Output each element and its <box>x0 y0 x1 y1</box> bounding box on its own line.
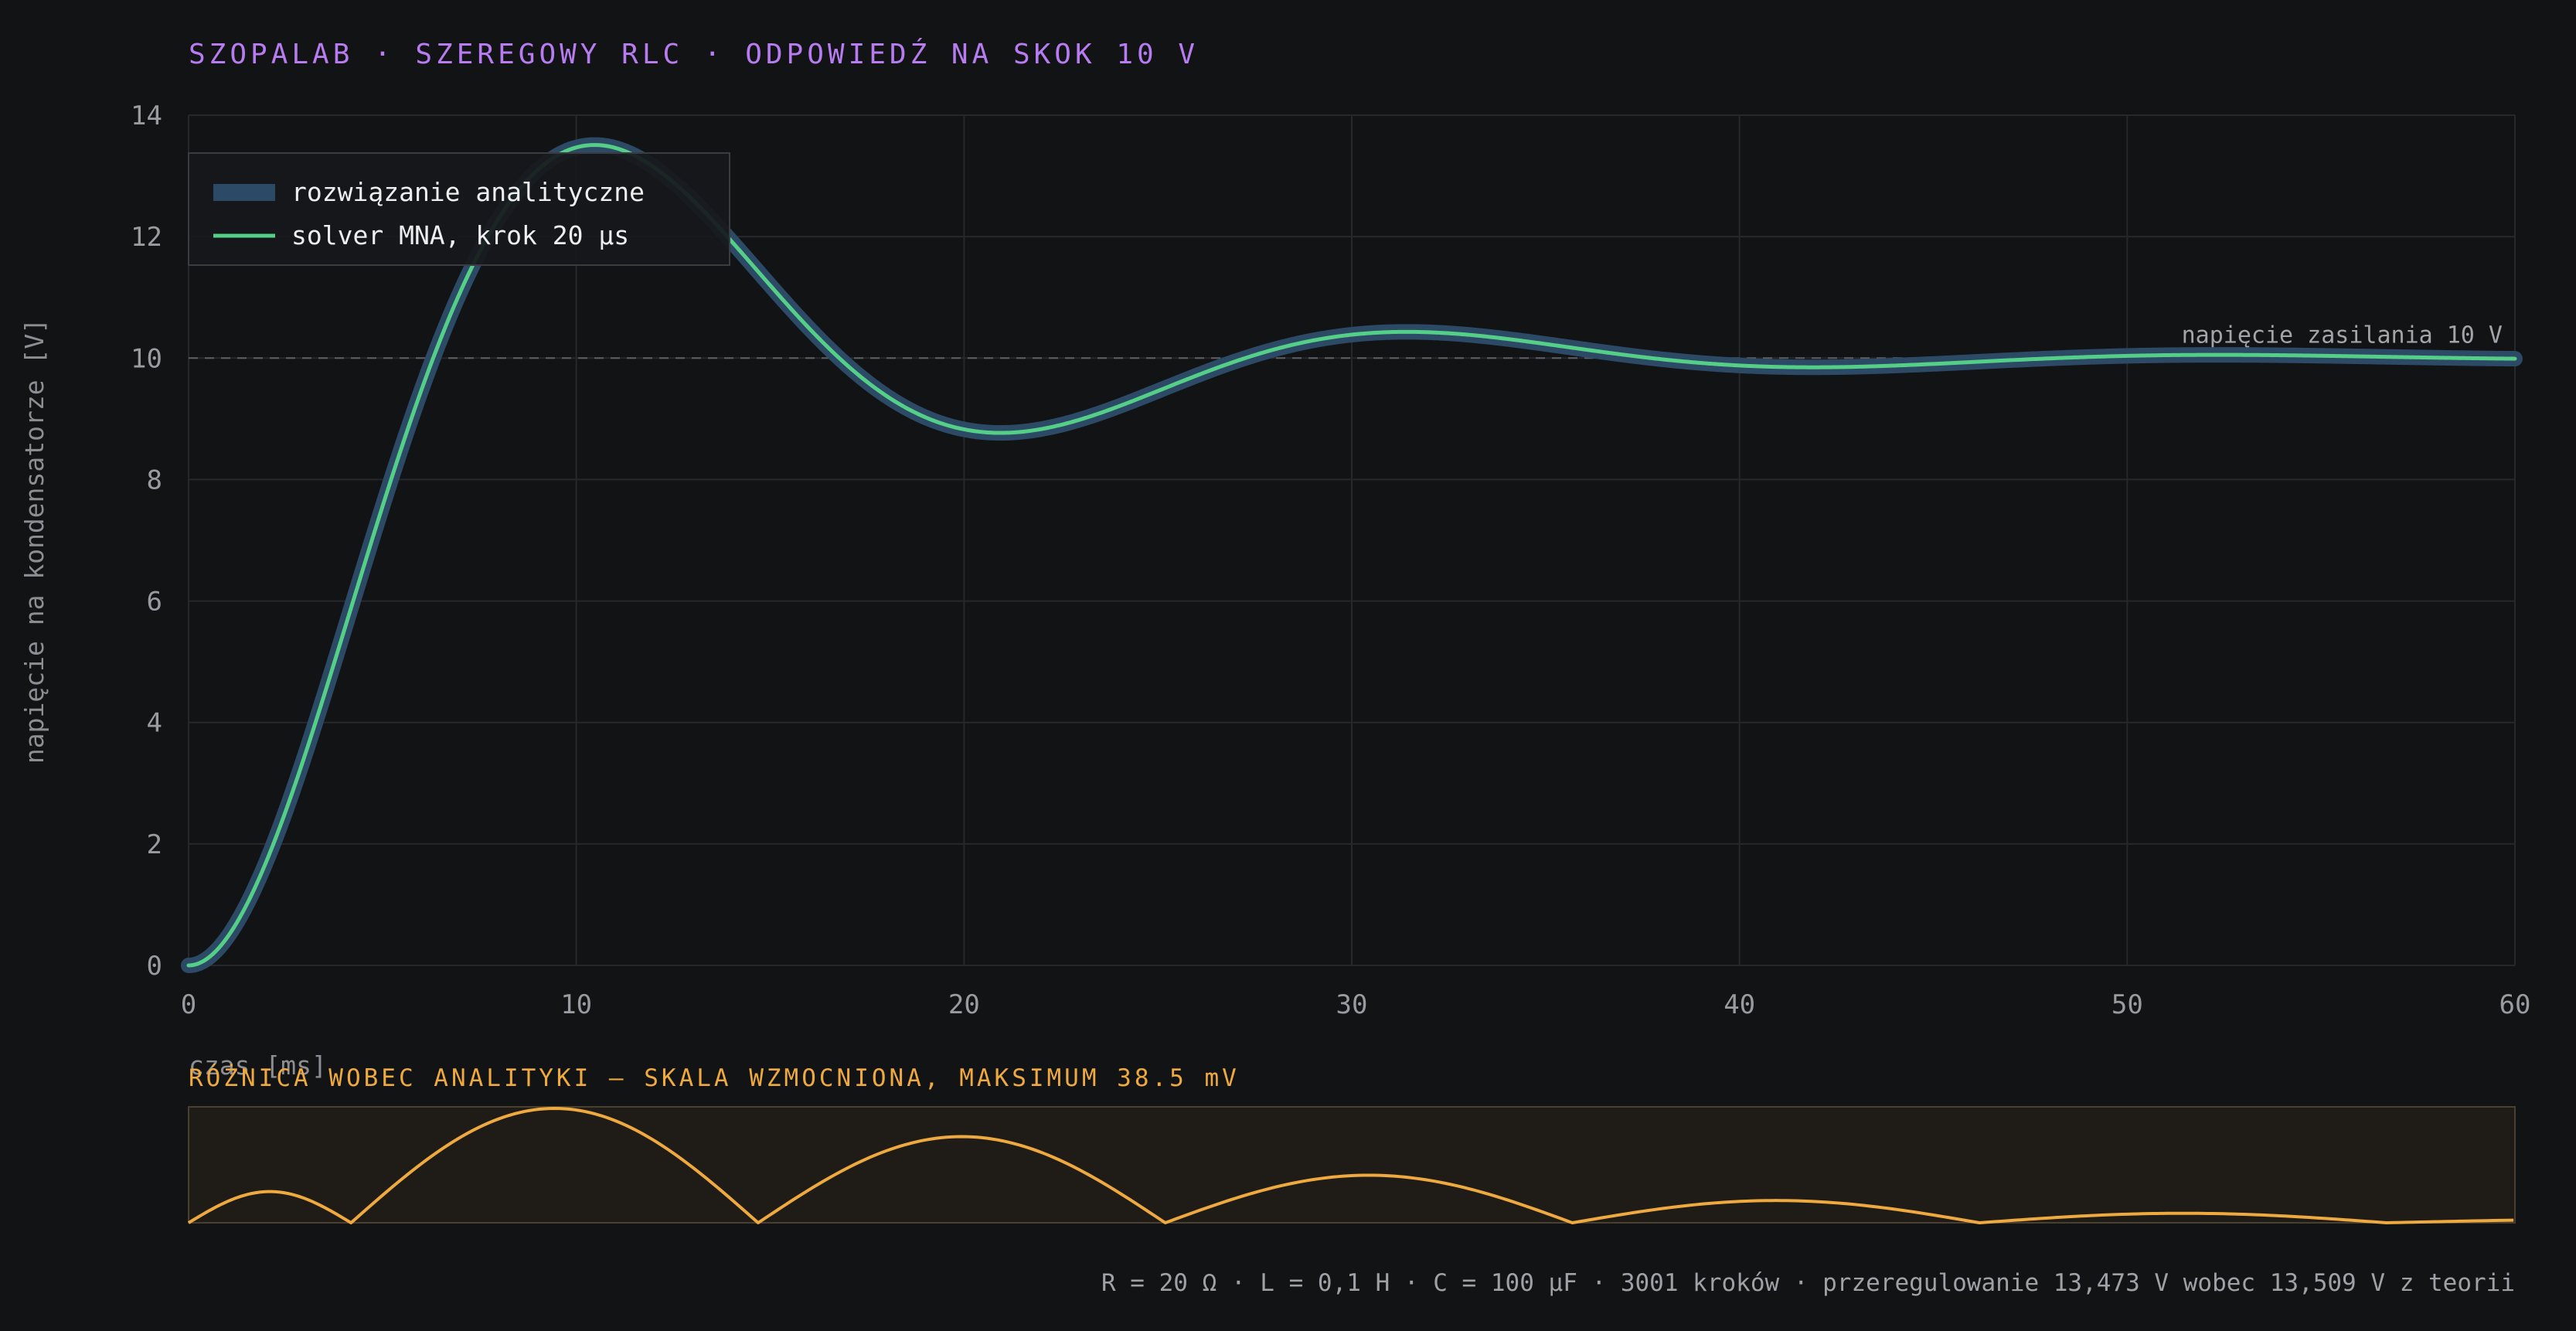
error-panel-title: RÓŻNICA WOBEC ANALITYKI — SKALA WZMOCNIO… <box>189 1064 1240 1092</box>
x-tick-labels: 0 10 20 30 40 50 60 <box>181 989 2531 1020</box>
y-tick-label: 8 <box>147 465 162 495</box>
y-tick-label: 14 <box>131 100 162 131</box>
x-tick-label: 60 <box>2499 989 2531 1020</box>
y-axis-label: napięcie na kondensatorze [V] <box>19 318 49 764</box>
y-tick-label: 2 <box>147 829 162 860</box>
chart-title: SZOPALAB · SZEREGOWY RLC · ODPOWIEDŹ NA … <box>189 38 1199 70</box>
x-tick-label: 50 <box>2112 989 2143 1020</box>
y-tick-label: 10 <box>131 343 162 374</box>
y-tick-label: 4 <box>147 708 162 739</box>
chart-svg: SZOPALAB · SZEREGOWY RLC · ODPOWIEDŹ NA … <box>19 38 2531 1297</box>
y-tick-label: 0 <box>147 951 162 982</box>
x-tick-label: 0 <box>181 989 196 1020</box>
x-tick-label: 20 <box>948 989 980 1020</box>
legend-label-analytic: rozwiązanie analityczne <box>291 177 645 207</box>
y-tick-labels: 0 2 4 6 8 10 12 14 <box>131 100 162 982</box>
x-tick-label: 40 <box>1724 989 1755 1020</box>
y-tick-label: 6 <box>147 587 162 618</box>
y-tick-label: 12 <box>131 222 162 253</box>
legend-swatch-analytic <box>213 184 275 201</box>
chart-stage: SZOPALAB · SZEREGOWY RLC · ODPOWIEDŹ NA … <box>0 0 2576 1331</box>
supply-voltage-label: napięcie zasilania 10 V <box>2182 322 2503 349</box>
legend-label-solver: solver MNA, krok 20 µs <box>291 220 629 250</box>
x-tick-label: 30 <box>1336 989 1368 1020</box>
legend: rozwiązanie analityczne solver MNA, krok… <box>188 152 730 266</box>
error-panel <box>188 1106 2516 1224</box>
footer-parameters: R = 20 Ω · L = 0,1 H · C = 100 µF · 3001… <box>1101 1269 2515 1297</box>
x-tick-label: 10 <box>560 989 592 1020</box>
